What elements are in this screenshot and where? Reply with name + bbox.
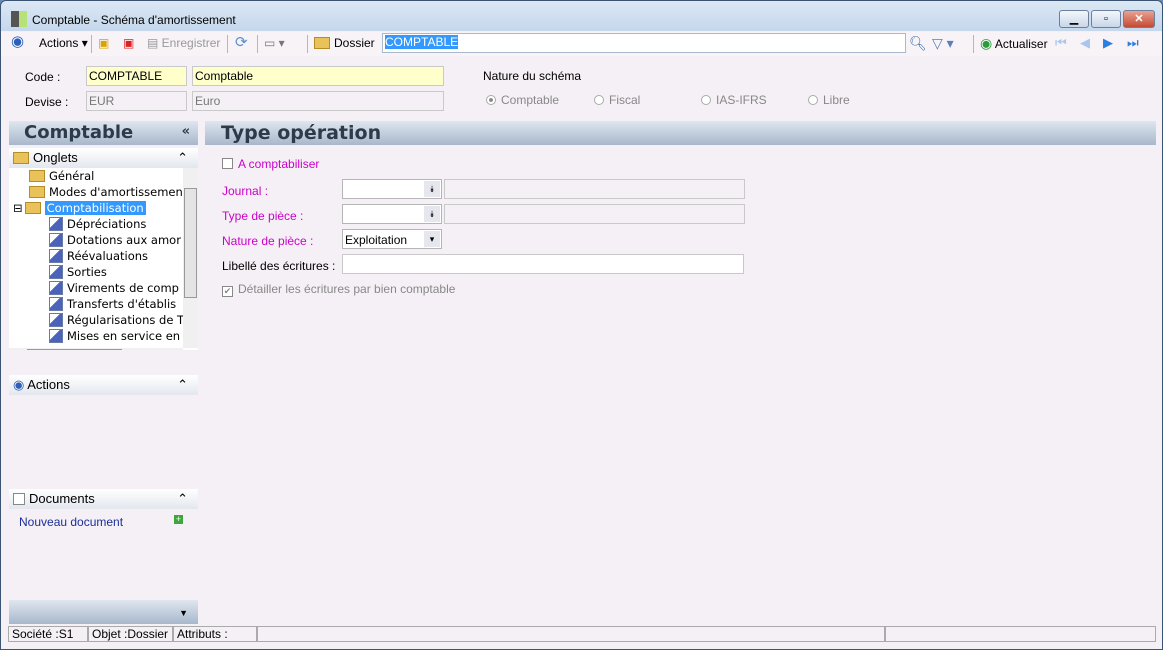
separator (973, 35, 974, 53)
type-piece-select[interactable]: ⯯ (342, 204, 442, 224)
tree-item-virements[interactable]: Virements de comp (49, 280, 179, 296)
previous-record-icon[interactable]: ◀ (1080, 34, 1090, 52)
print-button[interactable]: ▭ ▾ (264, 34, 285, 52)
sidebar-title: Comptable « (9, 121, 198, 145)
tree-item-modes[interactable]: Modes d'amortissemen (29, 184, 183, 200)
detail-checkbox[interactable]: ✔ Détailler les écritures par bien compta… (222, 282, 455, 297)
code-label: Code : (25, 70, 61, 84)
code-field[interactable]: COMPTABLE (86, 66, 187, 86)
journal-select[interactable]: ⯯ (342, 179, 442, 199)
separator (257, 35, 258, 53)
close-button[interactable]: ✕ (1123, 10, 1155, 28)
radio-ias-ifrs[interactable]: IAS-IFRS (701, 93, 767, 107)
minimize-button[interactable]: ▁ (1059, 10, 1089, 28)
onglets-section-header[interactable]: Onglets ⌃ (9, 148, 198, 168)
nature-piece-select[interactable]: Exploitation ▾ (342, 229, 442, 249)
last-record-icon[interactable]: ⏭ (1127, 34, 1139, 52)
devise-description-field: Euro (192, 91, 444, 111)
tree-item-depreciations[interactable]: Dépréciations (49, 216, 146, 232)
devise-label: Devise : (25, 95, 69, 109)
target-icon[interactable]: ◉ (11, 34, 24, 50)
code-description-field[interactable]: Comptable (192, 66, 444, 86)
delete-icon[interactable]: ▣ (123, 34, 134, 52)
journal-description (444, 179, 745, 199)
search-icon[interactable]: 🔍︎ (909, 34, 927, 52)
status-empty (257, 626, 885, 642)
refresh-icon: ◉ (980, 35, 993, 51)
search-input[interactable]: COMPTABLE (382, 33, 906, 53)
separator (227, 35, 228, 53)
sidebar-more-button[interactable]: ▼ (9, 600, 198, 624)
libelle-label: Libellé des écritures : (222, 259, 336, 273)
tree-item-dotations[interactable]: Dotations aux amor (49, 232, 181, 248)
app-icon (11, 11, 27, 27)
tree-vertical-scrollbar[interactable] (183, 168, 198, 348)
status-attributs: Attributs : (173, 626, 257, 642)
folder-button[interactable]: Dossier (314, 34, 375, 52)
separator (91, 35, 92, 53)
collapse-icon[interactable]: ⌃ (177, 377, 188, 393)
nature-piece-label: Nature de pièce : (222, 234, 314, 248)
new-icon[interactable]: ▣ (98, 34, 109, 52)
tree-item-comptabilisation[interactable]: ⊟ Comptabilisation (13, 200, 146, 216)
documents-section-header[interactable]: Documents ⌃ (9, 489, 198, 509)
devise-field: EUR (86, 91, 187, 111)
status-societe: Société :S1 (8, 626, 88, 642)
onglets-tree: Général Modes d'amortissemen ⊟ Comptabili… (9, 168, 198, 350)
status-objet: Objet :Dossier (88, 626, 173, 642)
type-piece-description (444, 204, 745, 224)
type-piece-label: Type de pièce : (222, 209, 304, 223)
separator (307, 35, 308, 53)
tree-item-sorties[interactable]: Sorties (49, 264, 107, 280)
collapse-sidebar-icon[interactable]: « (182, 124, 190, 139)
app-window: Comptable - Schéma d'amortissement ▁ ▫ ✕… (0, 0, 1163, 650)
actions-section-header[interactable]: ◉ Actions ⌃ (9, 375, 198, 395)
radio-comptable[interactable]: Comptable (486, 93, 559, 107)
a-comptabiliser-checkbox[interactable]: A comptabiliser (222, 157, 319, 171)
tree-item-reevaluations[interactable]: Réévaluations (49, 248, 148, 264)
refresh-button[interactable]: ◉ Actualiser (980, 34, 1048, 53)
maximize-button[interactable]: ▫ (1091, 10, 1121, 28)
collapse-icon[interactable]: ⌃ (177, 150, 188, 166)
tree-item-transferts[interactable]: Transferts d'établis (49, 296, 176, 312)
radio-libre[interactable]: Libre (808, 93, 850, 107)
add-document-icon[interactable]: + (174, 515, 183, 524)
window-title: Comptable - Schéma d'amortissement (32, 13, 236, 27)
filter-icon[interactable]: ▽ ▾ (932, 34, 954, 52)
first-record-icon[interactable]: ⏮ (1055, 34, 1067, 52)
section-title: Type opération (205, 121, 1156, 145)
sync-icon[interactable]: ⟳ (235, 34, 248, 52)
next-record-icon[interactable]: ▶ (1103, 34, 1113, 52)
tree-item-mises-en-service[interactable]: Mises en service en (49, 328, 180, 344)
save-button[interactable]: ▤ Enregistrer (147, 34, 220, 52)
radio-fiscal[interactable]: Fiscal (594, 93, 640, 107)
new-document-link[interactable]: Nouveau document (19, 515, 123, 529)
tree-horizontal-scrollbar[interactable] (9, 348, 183, 350)
tree-item-general[interactable]: Général (29, 168, 94, 184)
actions-menu[interactable]: Actions ▾ (39, 34, 88, 52)
status-resize (885, 626, 1156, 642)
libelle-input[interactable] (342, 254, 744, 274)
collapse-icon[interactable]: ⌃ (177, 491, 188, 507)
nature-label: Nature du schéma (483, 69, 582, 83)
journal-label: Journal : (222, 184, 269, 198)
tree-item-regularisations[interactable]: Régularisations de T (49, 312, 184, 328)
